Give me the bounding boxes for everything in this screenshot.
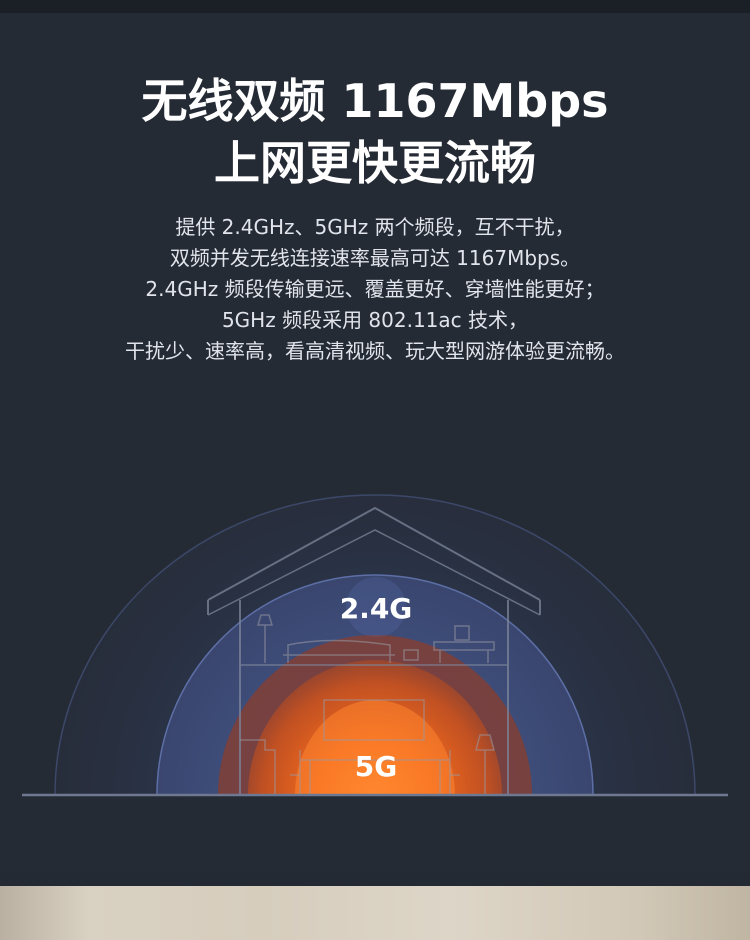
description-line-3: 2.4GHz 频段传输更远、覆盖更好、穿墙性能更好； — [145, 277, 605, 301]
2-4g-label: 2.4G — [340, 592, 413, 625]
headline-line-1: 无线双频 1167Mbps — [141, 74, 609, 128]
description-line-2: 双频并发无线连接速率最高可达 1167Mbps。 — [169, 246, 581, 270]
description-line-1: 提供 2.4GHz、5GHz 两个频段，互不干扰， — [175, 215, 575, 239]
description-line-5: 干扰少、速率高，看高清视频、玩大型网游体验更流畅。 — [125, 339, 625, 363]
feature-description: 提供 2.4GHz、5GHz 两个频段，互不干扰， 双频并发无线连接速率最高可达… — [0, 212, 750, 367]
description-line-4: 5GHz 频段采用 802.11ac 技术， — [221, 308, 529, 332]
section-divider — [0, 872, 750, 886]
headline-line-2: 上网更快更流畅 — [214, 136, 536, 190]
5g-label: 5G — [355, 750, 397, 783]
next-section-preview — [0, 886, 750, 940]
wifi-coverage-illustration: 2.4G 5G — [22, 494, 728, 797]
top-edge-strip — [0, 0, 750, 13]
headline: 无线双频 1167Mbps 上网更快更流畅 — [0, 70, 750, 194]
